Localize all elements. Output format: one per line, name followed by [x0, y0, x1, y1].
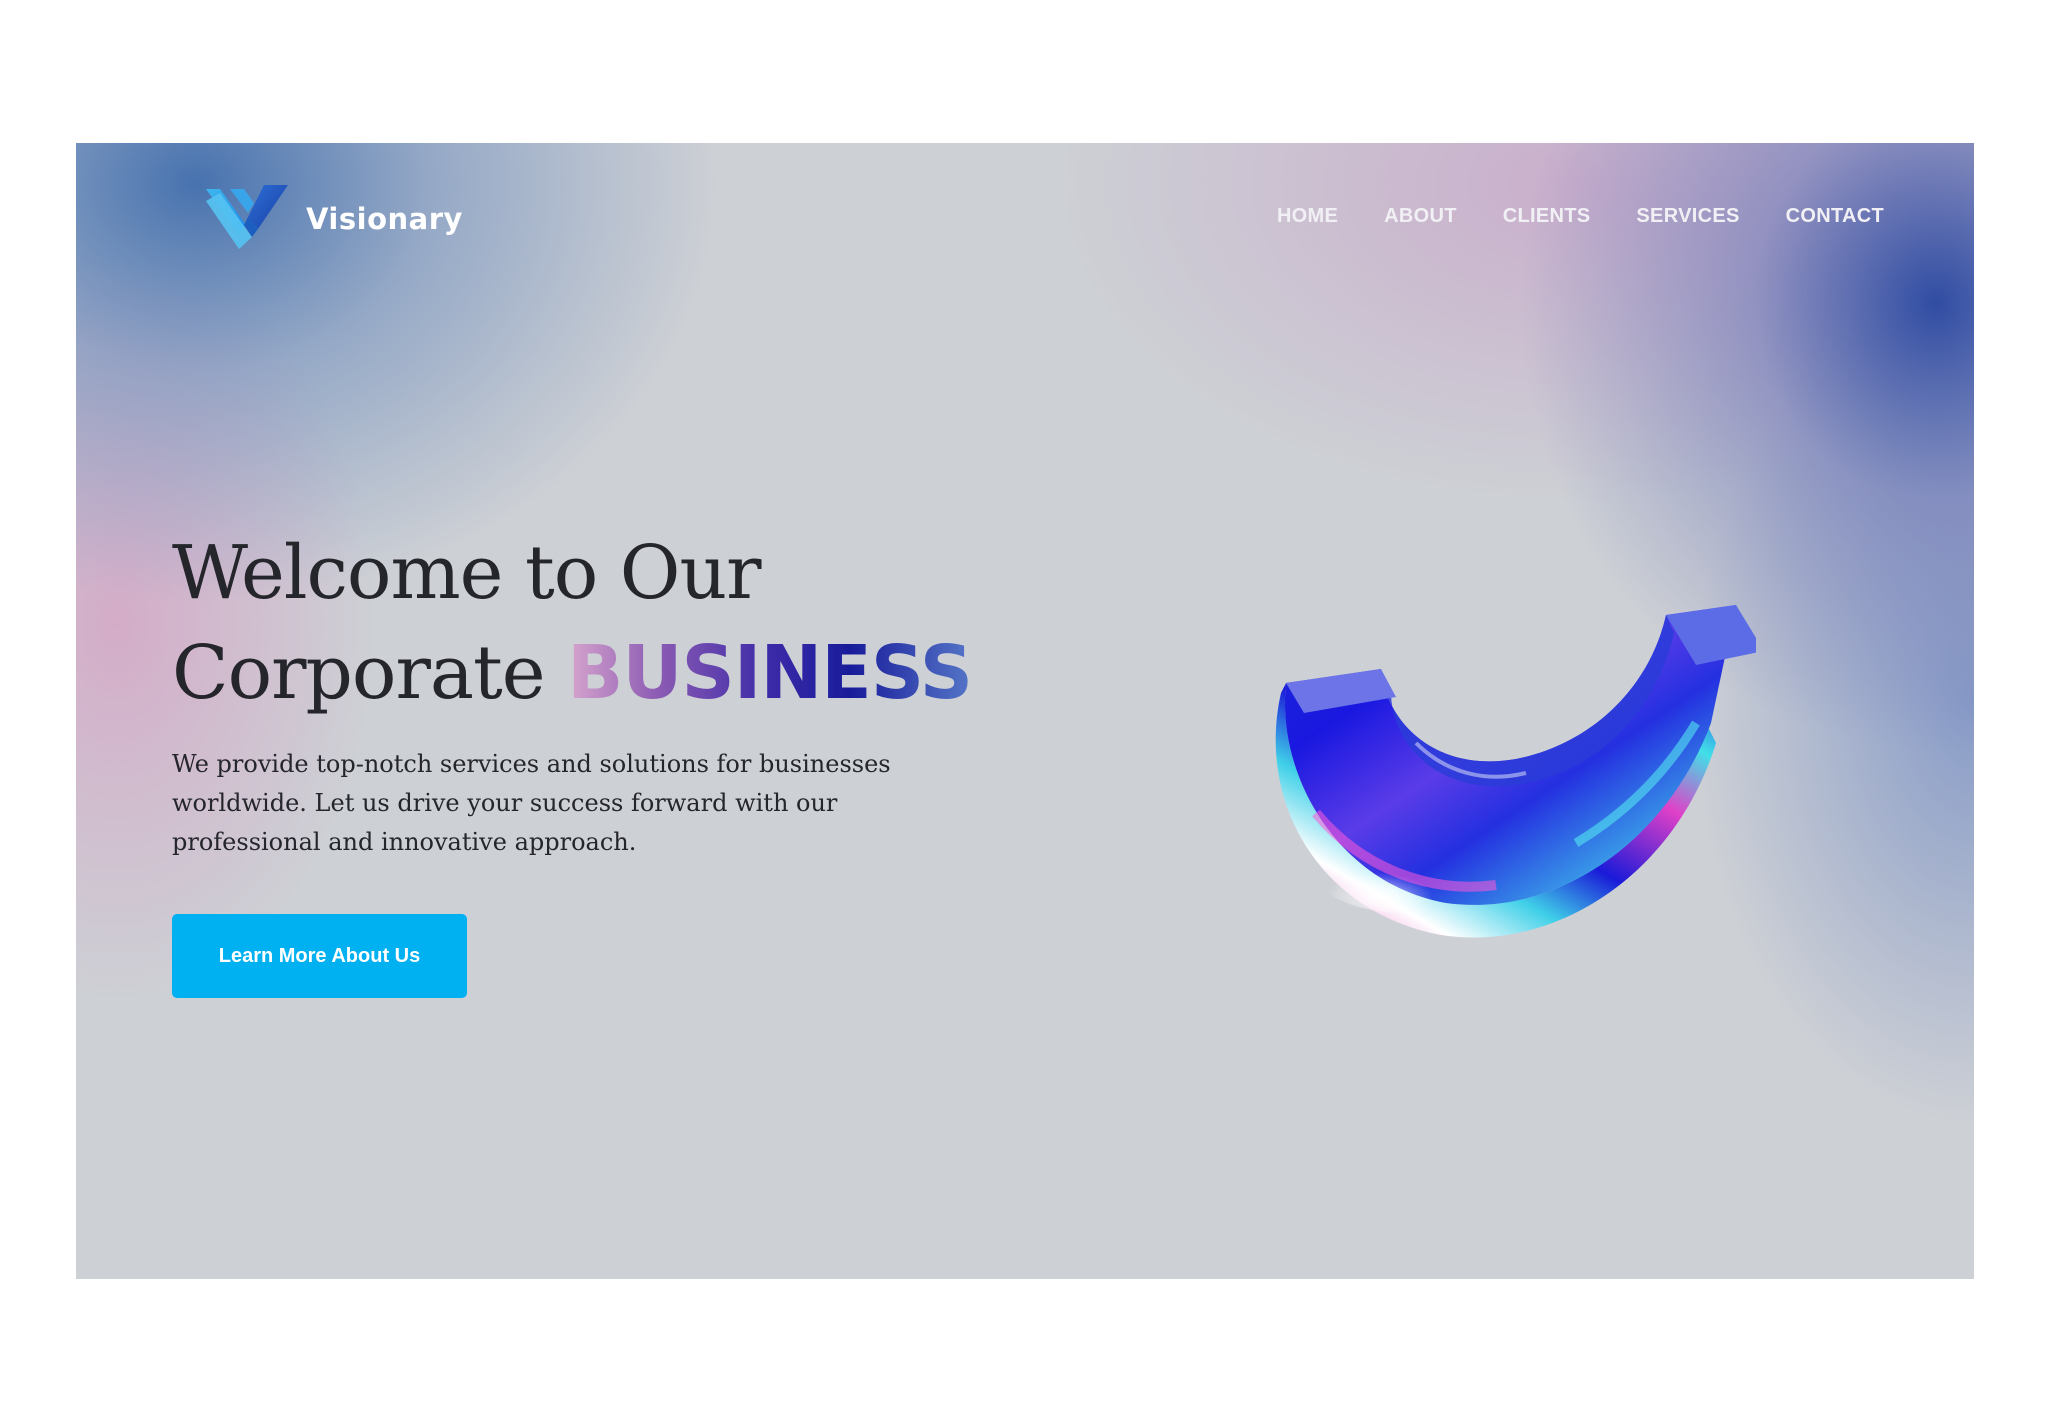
nav-item-about[interactable]: ABOUT	[1384, 205, 1457, 228]
hero-content: Welcome to Our Corporate BUSINESS We pro…	[172, 523, 1072, 886]
hero-heading-line2: Corporate BUSINESS	[172, 623, 1072, 723]
hero-heading-accent: BUSINESS	[567, 630, 973, 716]
nav-item-clients[interactable]: CLIENTS	[1503, 205, 1591, 228]
learn-more-button[interactable]: Learn More About Us	[172, 914, 467, 998]
hero-description: We provide top-notch services and soluti…	[172, 750, 891, 856]
brand-name: Visionary	[306, 202, 463, 236]
hero-section: Visionary HOME ABOUT CLIENTS SERVICES CO…	[76, 143, 1974, 1279]
hero-heading-corporate: Corporate	[172, 630, 545, 716]
nav-item-services[interactable]: SERVICES	[1636, 205, 1739, 228]
nav-item-home[interactable]: HOME	[1277, 205, 1338, 228]
holographic-arc-illustration	[1275, 605, 1756, 938]
nav-item-contact[interactable]: CONTACT	[1786, 205, 1884, 228]
hero-heading: Welcome to Our Corporate BUSINESS	[172, 523, 1072, 723]
main-navigation: HOME ABOUT CLIENTS SERVICES CONTACT	[1277, 205, 1884, 228]
brand-logo[interactable]: Visionary	[204, 183, 463, 255]
visionary-v-logo-icon	[206, 185, 288, 249]
hero-heading-line1: Welcome to Our	[172, 530, 761, 616]
